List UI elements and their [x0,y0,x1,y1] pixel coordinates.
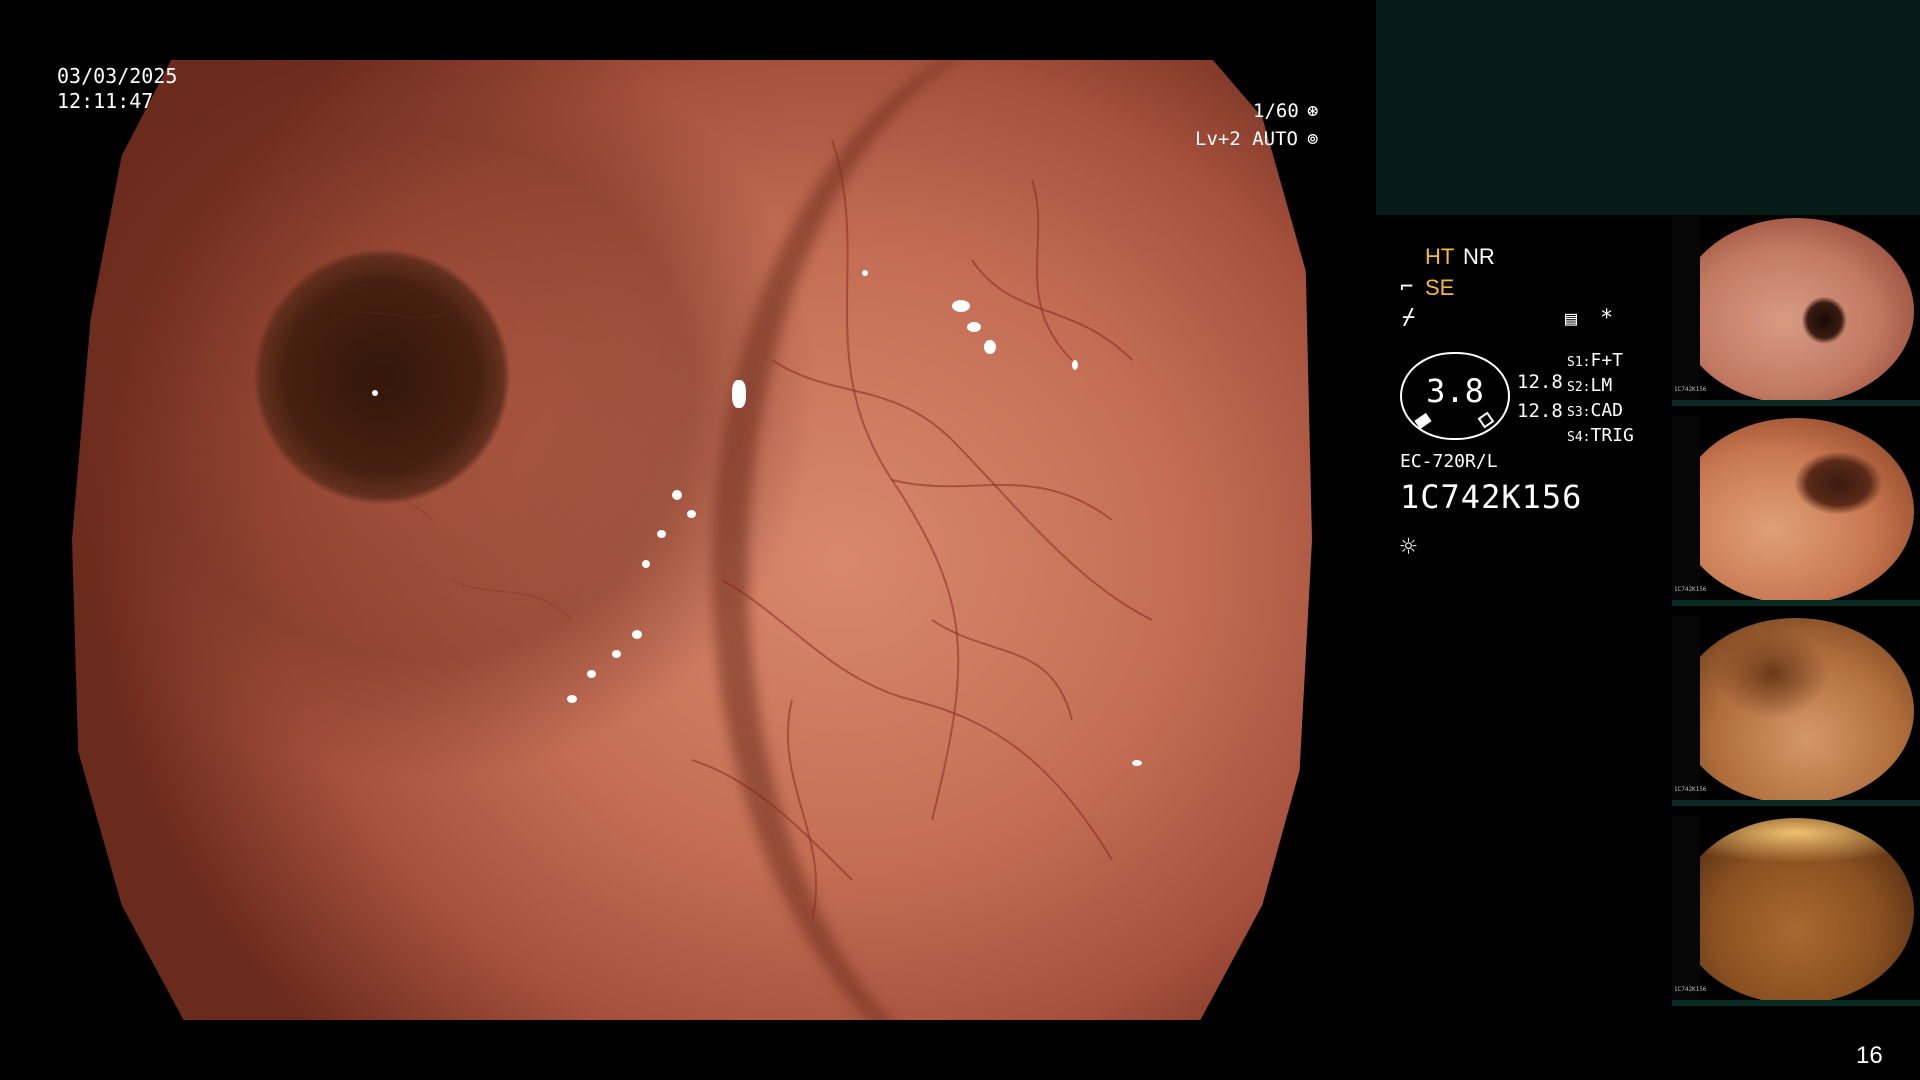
light-reflection [372,390,378,396]
gauge-left-marker [1414,412,1432,430]
light-reflection [862,270,868,276]
light-reflection [732,380,746,408]
brightness-icon: ☼ [1400,530,1417,563]
readout-value-1: 12.8 [1517,371,1563,393]
light-level: Lv+2 AUTO [1195,128,1298,150]
light-reflection [967,322,981,332]
light-reflection [587,670,596,678]
thumbnail-serial: 1C742K156 [1674,786,1707,793]
switch-s1: S1:F+T [1567,350,1623,371]
light-reflection [567,695,577,703]
auto-iris-icon: ⊚ [1307,128,1319,150]
light-reflection [657,530,666,538]
shutter-speed: 1/60 [1253,100,1299,122]
thumbnail-bar [1672,800,1920,806]
thumbnail-image [1678,418,1914,604]
endoscope-main-view [72,60,1312,1020]
thumbnail-strip [1672,216,1700,406]
thumbnail-bar [1672,600,1920,606]
thumbnail-2[interactable]: 1C742K156 [1672,416,1920,606]
switch-s2: S2:LM [1567,375,1612,396]
shutter-icon: ⊛ [1307,100,1319,122]
switch-s3: S3:CAD [1567,400,1623,421]
structure-enhance-icon: ⌐ [1400,275,1414,300]
thumbnail-image [1678,818,1914,1004]
switch-value: TRIG [1590,425,1634,446]
vessel-pattern [311,139,1153,921]
nr-mode-label: NR [1463,244,1495,269]
gauge-right-marker [1477,411,1495,429]
switch-key: S2: [1567,380,1591,395]
thumbnail-3[interactable]: 1C742K156 [1672,616,1920,806]
ht-mode-label: HT [1425,244,1455,269]
thumbnail-4[interactable]: 1C742K156 [1672,816,1920,1006]
thumbnail-image [1678,218,1914,404]
thumbnail-strip [1672,416,1700,606]
thumbnail-strip [1672,816,1700,1006]
time-display: 12:11:47 [57,89,154,113]
thumbnail-serial: 1C742K156 [1674,386,1707,393]
switch-key: S1: [1567,355,1591,370]
light-reflection [642,560,650,568]
light-reflection [687,510,696,518]
scope-serial: 1C742K156 [1400,478,1583,516]
thumbnail-strip [1672,616,1700,806]
light-reflection [672,490,682,500]
light-reflection [984,340,996,354]
electro-icon: ⌿ [1402,305,1416,330]
switch-s4: S4:TRIG [1567,425,1634,446]
light-reflection [1132,760,1142,766]
zoom-gauge: 3.8 [1400,352,1510,440]
date-display: 03/03/2025 [57,64,178,88]
thumbnail-serial: 1C742K156 [1674,986,1707,993]
switch-value: CAD [1590,400,1623,421]
se-mode-label: SE [1425,275,1455,300]
thumbnail-bar [1672,400,1920,406]
switch-value: LM [1590,375,1613,396]
monitor-icon: ▤ [1565,306,1578,330]
switch-value: F+T [1590,350,1623,371]
light-reflection [952,300,970,312]
readout-value-2: 12.8 [1517,400,1563,422]
switch-key: S3: [1567,405,1591,420]
scope-model: EC-720R/L [1400,451,1498,472]
light-reflection [1072,360,1078,370]
switch-key: S4: [1567,430,1591,445]
asterisk-icon: * [1600,306,1614,331]
info-box [1376,0,1920,215]
light-reflection [612,650,621,658]
page-number: 16 [1856,1042,1883,1069]
thumbnail-1[interactable]: 1C742K156 [1672,216,1920,406]
light-reflection [632,630,642,639]
thumbnail-serial: 1C742K156 [1674,586,1707,593]
thumbnail-image [1678,618,1914,804]
thumbnail-bar [1672,1000,1920,1006]
gauge-value: 3.8 [1426,372,1484,410]
